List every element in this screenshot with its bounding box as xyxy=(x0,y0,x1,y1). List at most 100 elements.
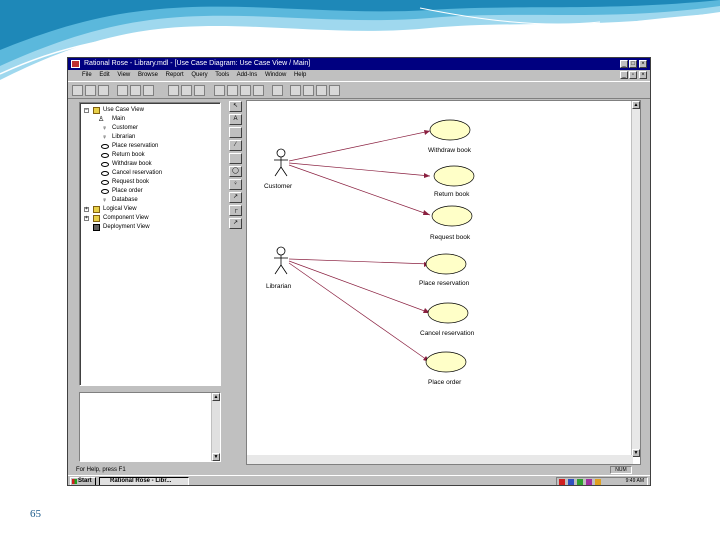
menu-file[interactable]: File xyxy=(82,72,92,78)
sequence-diagram-icon[interactable] xyxy=(272,85,283,96)
deployment-icon xyxy=(93,224,100,231)
menu-window[interactable]: Window xyxy=(265,72,286,78)
menu-add-ins[interactable]: Add-Ins xyxy=(237,72,258,78)
scroll-up-icon[interactable]: ▲ xyxy=(632,101,640,109)
copy-icon[interactable] xyxy=(130,85,141,96)
paste-icon[interactable] xyxy=(143,85,154,96)
generalization-icon[interactable]: ↗ xyxy=(229,218,242,229)
use-case-label: Cancel reservation xyxy=(420,330,475,337)
canvas-vertical-scrollbar[interactable]: ▲ ▼ xyxy=(631,101,640,457)
child-restore-button[interactable]: ▫ xyxy=(629,71,637,79)
menu-query[interactable]: Query xyxy=(191,72,207,78)
component-diagram-icon[interactable] xyxy=(240,85,251,96)
help-icon[interactable] xyxy=(181,85,192,96)
actor-customer-label: Customer xyxy=(264,183,293,190)
menu-edit[interactable]: Edit xyxy=(99,72,109,78)
use-case-return-book[interactable]: Return book xyxy=(433,165,475,198)
deployment-diagram-icon[interactable] xyxy=(253,85,264,96)
actor-tool-icon[interactable]: ♀ xyxy=(229,179,242,190)
print-icon[interactable] xyxy=(168,85,179,96)
use-case-place-order[interactable]: Place order xyxy=(425,351,467,386)
tray-app-icon[interactable] xyxy=(568,479,574,485)
rational-rose-screenshot: Rational Rose - Library.mdl - [Use Case … xyxy=(67,57,651,486)
expand-icon[interactable]: + xyxy=(84,216,89,221)
app-icon xyxy=(71,60,80,68)
child-close-button[interactable]: × xyxy=(639,71,647,79)
system-tray: 9:49 AM xyxy=(556,477,648,485)
menu-bar: File Edit View Browse Report Query Tools… xyxy=(68,70,650,80)
menu-browse[interactable]: Browse xyxy=(138,72,158,78)
taskbar-rational-rose[interactable]: Rational Rose - Libr... xyxy=(99,477,189,485)
undo-fit-icon[interactable] xyxy=(329,85,340,96)
close-button[interactable]: × xyxy=(639,60,647,68)
actor-icon: ♀ xyxy=(102,197,108,204)
documentation-pane[interactable]: ▲ ▼ xyxy=(79,392,221,462)
windows-logo-icon xyxy=(72,479,77,484)
arrowhead xyxy=(423,210,430,215)
zoom-in-icon[interactable] xyxy=(290,85,301,96)
use-case-withdraw-book[interactable]: Withdraw book xyxy=(428,119,472,154)
scroll-down-icon[interactable]: ▼ xyxy=(212,453,220,461)
zoom-out-icon[interactable] xyxy=(303,85,314,96)
save-icon[interactable] xyxy=(98,85,109,96)
model-browser-tree: − Use Case View ♙ Main ♀ Customer ♀ Libr… xyxy=(79,102,221,386)
menu-tools[interactable]: Tools xyxy=(215,72,229,78)
association-line xyxy=(288,258,431,265)
browse-diagram-icon[interactable] xyxy=(194,85,205,96)
dependency-icon[interactable]: ┌ xyxy=(229,205,242,216)
association-line xyxy=(288,262,431,363)
use-case-cancel-reservation[interactable]: Cancel reservation xyxy=(420,302,475,337)
package-icon[interactable] xyxy=(229,153,242,164)
unidirectional-association-icon[interactable]: ↗ xyxy=(229,192,242,203)
tray-app-icon[interactable] xyxy=(559,479,565,485)
child-minimize-button[interactable]: _ xyxy=(620,71,628,79)
folder-icon xyxy=(93,107,100,114)
scroll-up-icon[interactable]: ▲ xyxy=(212,393,220,401)
use-case-diagram-canvas[interactable]: Customer Librarian Withdraw book Return … xyxy=(246,100,641,465)
menu-view[interactable]: View xyxy=(117,72,130,78)
minimize-button[interactable]: _ xyxy=(620,60,628,68)
menu-report[interactable]: Report xyxy=(166,72,184,78)
use-case-request-book[interactable]: Request book xyxy=(430,205,473,241)
scroll-down-icon[interactable]: ▼ xyxy=(632,449,640,457)
actor-icon: ♀ xyxy=(102,125,108,132)
expand-icon[interactable]: + xyxy=(84,207,89,212)
menu-help[interactable]: Help xyxy=(294,72,306,78)
tray-app-icon[interactable] xyxy=(586,479,592,485)
selection-arrow-icon[interactable]: ↖ xyxy=(229,101,242,112)
collapse-icon[interactable]: − xyxy=(84,108,89,113)
note-icon[interactable] xyxy=(229,127,242,138)
actor-librarian[interactable]: Librarian xyxy=(266,246,292,290)
association-line xyxy=(288,130,431,162)
windows-taskbar: Start Rational Rose - Libr... 9:49 AM xyxy=(68,475,650,485)
window-title-bar: Rational Rose - Library.mdl - [Use Case … xyxy=(68,58,650,70)
fit-in-window-icon[interactable] xyxy=(316,85,327,96)
standard-toolbar xyxy=(68,81,650,99)
use-case-label: Request book xyxy=(430,234,471,241)
actor-customer[interactable]: Customer xyxy=(264,148,293,190)
doc-scrollbar[interactable]: ▲ ▼ xyxy=(211,393,220,461)
text-box-icon[interactable]: A xyxy=(229,114,242,125)
maximize-button[interactable]: □ xyxy=(629,60,637,68)
use-case-tool-icon[interactable]: ◯ xyxy=(229,166,242,177)
speaker-icon[interactable] xyxy=(595,479,601,485)
use-case-icon xyxy=(101,189,109,194)
slide-number: 65 xyxy=(30,508,41,520)
anchor-note-icon[interactable]: ⁄ xyxy=(229,140,242,151)
cut-icon[interactable] xyxy=(117,85,128,96)
canvas-horizontal-scrollbar[interactable] xyxy=(247,455,633,464)
new-icon[interactable] xyxy=(72,85,83,96)
class-diagram-icon[interactable] xyxy=(214,85,225,96)
use-case-label: Return book xyxy=(434,191,470,198)
use-case-place-reservation[interactable]: Place reservation xyxy=(419,253,470,287)
association-line xyxy=(288,164,431,216)
tray-app-icon[interactable] xyxy=(577,479,583,485)
folder-icon xyxy=(93,206,100,213)
use-case-diagram-icon[interactable] xyxy=(227,85,238,96)
arrowhead xyxy=(424,173,430,178)
slide: Rational Rose - Library.mdl - [Use Case … xyxy=(0,0,720,540)
status-bar: For Help, press F1 xyxy=(68,465,650,475)
open-icon[interactable] xyxy=(85,85,96,96)
start-button[interactable]: Start xyxy=(70,477,96,485)
numlock-indicator: NUM xyxy=(610,466,632,474)
